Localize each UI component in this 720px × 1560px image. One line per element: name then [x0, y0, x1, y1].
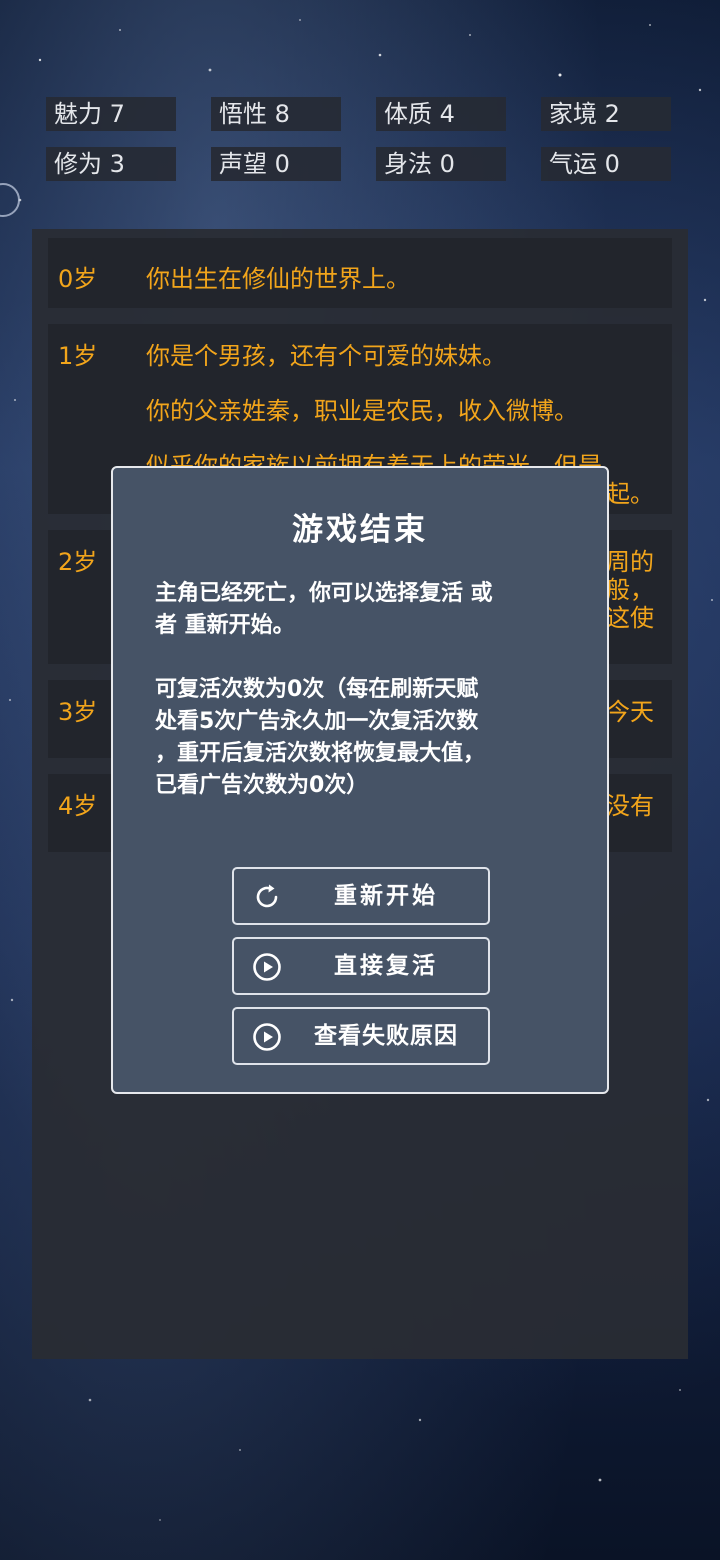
view-failure-reason-button[interactable]: 查看失败原因 [232, 1007, 490, 1065]
refresh-icon [256, 884, 278, 908]
log-line: 这使 [606, 604, 654, 632]
log-line: 你出生在修仙的世界上。 [146, 265, 410, 293]
revive-button-label: 直接复活 [334, 953, 438, 979]
revive-info-line: ，重开后复活次数将恢复最大值， [155, 741, 486, 766]
revive-info-line: 已看广告次数为0次） [155, 773, 369, 798]
log-line: 你是个男孩，还有个可爱的妹妹。 [146, 342, 506, 370]
revive-info-line: 可复活次数为0次（每在刷新天赋 [155, 677, 479, 702]
age-label: 0岁 [58, 265, 98, 293]
log-line: 你的父亲姓秦，职业是农民，收入微博。 [146, 397, 578, 425]
age-label: 1岁 [58, 342, 98, 370]
stat-agility: 身法 0 [376, 147, 506, 181]
revive-info: 可复活次数为0次（每在刷新天赋 处看5次广告永久加一次复活次数 ，重开后复活次数… [155, 674, 575, 802]
stat-family: 家境 2 [541, 97, 671, 131]
game-over-dialog: 游戏结束 主角已经死亡，你可以选择复活 或 者 重新开始。 可复活次数为0次（每… [111, 466, 609, 1094]
log-line: 今天 [606, 698, 654, 726]
stat-reputation: 声望 0 [211, 147, 341, 181]
revive-info-line: 处看5次广告永久加一次复活次数 [155, 709, 479, 734]
ring-icon[interactable] [0, 183, 20, 217]
dialog-title: 游戏结束 [292, 512, 428, 548]
view-failure-reason-label: 查看失败原因 [314, 1023, 458, 1049]
age-label: 4岁 [58, 792, 98, 820]
stat-comprehension: 悟性 8 [211, 97, 341, 131]
log-line: 起。 [606, 480, 654, 508]
revive-button[interactable]: 直接复活 [232, 937, 490, 995]
stat-constitution: 体质 4 [376, 97, 506, 131]
stat-charm: 魅力 7 [46, 97, 176, 131]
death-message-line: 主角已经死亡，你可以选择复活 或 [155, 581, 493, 606]
log-line: 没有 [606, 792, 654, 820]
log-entry-age-0: 0岁 你出生在修仙的世界上。 [48, 238, 672, 308]
age-label: 2岁 [58, 548, 98, 576]
death-message-line: 者 重新开始。 [155, 613, 295, 638]
age-label: 3岁 [58, 698, 98, 726]
restart-button-label: 重新开始 [334, 883, 438, 909]
stat-luck: 气运 0 [541, 147, 671, 181]
restart-button[interactable]: 重新开始 [232, 867, 490, 925]
play-circle-icon [253, 953, 281, 981]
play-circle-icon [253, 1023, 281, 1051]
stat-cultivation: 修为 3 [46, 147, 176, 181]
death-message: 主角已经死亡，你可以选择复活 或 者 重新开始。 [155, 578, 575, 642]
